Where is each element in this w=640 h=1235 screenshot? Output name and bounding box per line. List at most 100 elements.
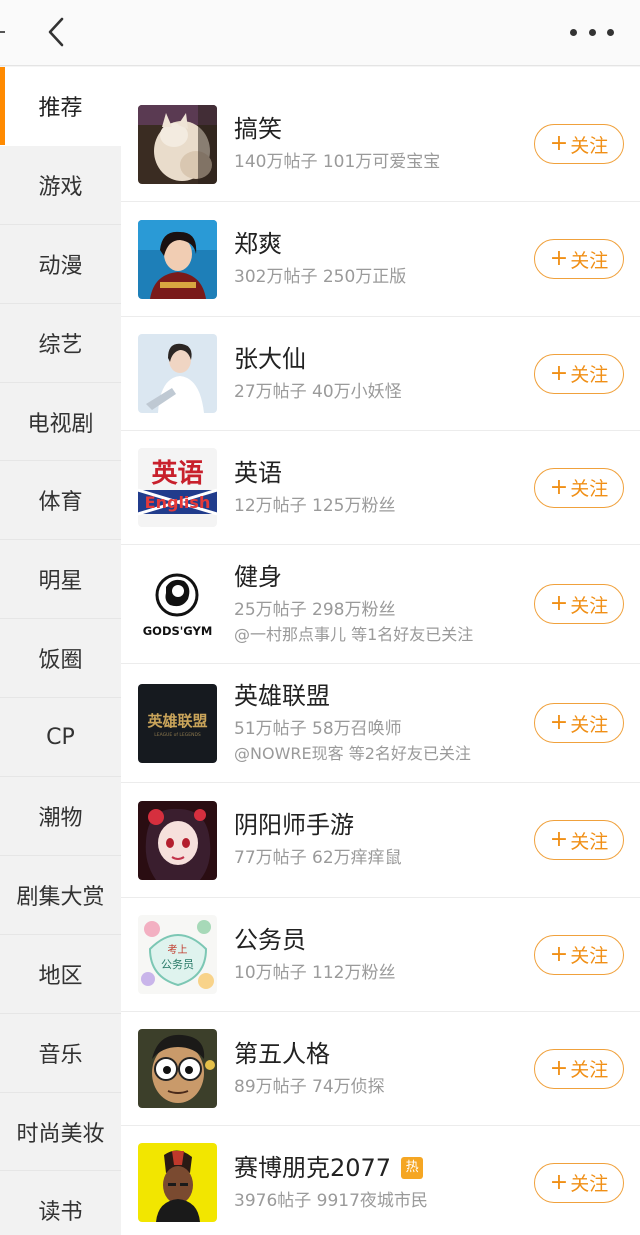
sidebar-item-1[interactable]: 推荐 — [0, 67, 121, 146]
group-name-text: 英雄联盟 — [234, 682, 330, 710]
follow-label: 关注 — [570, 249, 609, 272]
cyberpunk-character-art-image — [138, 1143, 217, 1222]
group-name-text: 郑爽 — [234, 230, 282, 258]
follow-button[interactable]: + 关注 — [534, 820, 624, 860]
lol-logo-image: 英雄联盟 LEAGUE of LEGENDS — [138, 683, 217, 763]
category-sidebar: 推荐 游戏 动漫 综艺 电视剧 体育 明星 饭圈 CP 潮物 剧集大赏 地区 音… — [0, 67, 121, 1235]
group-row-4[interactable]: 英语 English 英语 12万帖子 125万粉丝 + 关注 — [121, 430, 640, 544]
plus-icon: + — [549, 246, 569, 271]
more-dot-icon — [588, 28, 596, 36]
follow-button[interactable]: + 关注 — [534, 703, 624, 743]
back-button[interactable] — [40, 14, 76, 50]
group-row-9[interactable]: 第五人格 89万帖子 74万侦探 + 关注 — [121, 1011, 640, 1125]
follow-button[interactable]: + 关注 — [534, 353, 624, 394]
group-name-text: 健身 — [234, 563, 282, 591]
sidebar-item-8[interactable]: 饭圈 — [0, 619, 121, 699]
follow-label: 关注 — [570, 830, 609, 853]
cat-photo[interactable] — [138, 104, 217, 184]
svg-text:英语: 英语 — [151, 459, 203, 489]
svg-text:英雄联盟: 英雄联盟 — [147, 712, 207, 730]
exam-badge[interactable]: 考上 公务员 — [138, 915, 217, 994]
group-list: 搞笑 140万帖子 101万可爱宝宝 + 关注 郑爽 302万帖子 250万正版… — [121, 67, 640, 1235]
plus-icon: + — [549, 131, 569, 156]
lol-logo[interactable]: 英雄联盟 LEAGUE of LEGENDS — [138, 683, 217, 763]
cartoon-character-art[interactable] — [138, 1029, 217, 1108]
follow-button[interactable]: + 关注 — [534, 124, 624, 164]
group-row-2[interactable]: 郑爽 302万帖子 250万正版 + 关注 — [121, 201, 640, 316]
svg-text:公务员: 公务员 — [161, 958, 194, 971]
sidebar-item-label: 综艺 — [38, 332, 83, 358]
sidebar-item-3[interactable]: 动漫 — [0, 225, 121, 304]
sidebar-item-label: 时尚美妆 — [16, 1121, 105, 1147]
plus-icon: + — [549, 1169, 569, 1195]
follow-label: 关注 — [570, 478, 609, 500]
sidebar-item-4[interactable]: 综艺 — [0, 304, 121, 383]
portrait-photo-image — [138, 219, 217, 299]
group-row-10[interactable]: 赛博朋克2077 热 3976帖子 9917夜城市民 + 关注 — [121, 1125, 640, 1235]
list-top-spacer — [121, 67, 640, 87]
english-logo[interactable]: 英语 English — [138, 448, 217, 527]
sidebar-item-15[interactable]: 读书 — [0, 1171, 121, 1235]
sidebar-item-label: 潮物 — [38, 805, 83, 831]
follow-button[interactable]: + 关注 — [534, 467, 624, 508]
group-row-7[interactable]: 阴阳师手游 77万帖子 62万痒痒鼠 + 关注 — [121, 782, 640, 897]
follow-label: 关注 — [570, 594, 609, 617]
follow-label: 关注 — [570, 364, 609, 386]
sidebar-item-10[interactable]: 潮物 — [0, 777, 121, 856]
gym-logo[interactable]: GODS'GYM — [138, 564, 217, 644]
sidebar-item-label: 体育 — [38, 490, 83, 516]
follow-button[interactable]: + 关注 — [534, 239, 624, 279]
plus-icon: + — [549, 1055, 569, 1081]
sidebar-item-13[interactable]: 音乐 — [0, 1014, 121, 1093]
follow-label: 关注 — [570, 713, 609, 736]
sidebar-item-2[interactable]: 游戏 — [0, 146, 121, 225]
anime-girl-art[interactable] — [138, 800, 217, 880]
sidebar-item-12[interactable]: 地区 — [0, 935, 121, 1014]
portrait-photo[interactable] — [138, 334, 217, 413]
sidebar-item-7[interactable]: 明星 — [0, 540, 121, 620]
more-button[interactable] — [570, 20, 614, 44]
sidebar-item-9[interactable]: CP — [0, 698, 121, 778]
sidebar-item-11[interactable]: 剧集大赏 — [0, 856, 121, 935]
sidebar-item-14[interactable]: 时尚美妆 — [0, 1093, 121, 1172]
cyberpunk-character-art[interactable] — [138, 1143, 217, 1222]
group-row-8[interactable]: 考上 公务员 公务员 10万帖子 112万粉丝 + 关注 — [121, 897, 640, 1011]
follow-label: 关注 — [570, 134, 609, 157]
group-name-text: 英语 — [234, 458, 282, 487]
group-row-6[interactable]: 英雄联盟 LEAGUE of LEGENDS 英雄联盟 51万帖子 58万召唤师 … — [121, 663, 640, 782]
follow-button[interactable]: + 关注 — [534, 934, 624, 975]
sidebar-item-5[interactable]: 电视剧 — [0, 383, 121, 462]
sidebar-item-label: 读书 — [38, 1200, 83, 1226]
sidebar-item-label: 饭圈 — [38, 648, 83, 674]
plus-icon: + — [549, 591, 569, 616]
anime-girl-art-image — [138, 800, 217, 880]
more-dot-icon — [607, 28, 614, 36]
cat-photo-image — [138, 104, 217, 184]
plus-icon: + — [549, 474, 569, 500]
sidebar-item-6[interactable]: 体育 — [0, 461, 121, 541]
sidebar-item-label: 明星 — [38, 569, 83, 595]
follow-label: 关注 — [570, 1173, 609, 1195]
sidebar-item-label: 地区 — [38, 963, 83, 989]
group-name-text: 阴阳师手游 — [234, 811, 354, 839]
group-name-text: 搞笑 — [234, 115, 282, 143]
chevron-left-icon — [48, 17, 64, 47]
group-row-3[interactable]: 张大仙 27万帖子 40万小妖怪 + 关注 — [121, 316, 640, 430]
follow-label: 关注 — [570, 1059, 609, 1081]
svg-text:English: English — [145, 493, 211, 512]
plus-icon: + — [549, 827, 569, 852]
group-row-1[interactable]: 搞笑 140万帖子 101万可爱宝宝 + 关注 — [121, 87, 640, 201]
cartoon-character-art-image — [138, 1029, 217, 1108]
sidebar-item-label: 音乐 — [38, 1042, 83, 1068]
portrait-photo[interactable] — [138, 219, 217, 299]
group-row-5[interactable]: GODS'GYM 健身 25万帖子 298万粉丝 @一村那点事儿 等1名好友已关… — [121, 544, 640, 663]
svg-text:LEAGUE of LEGENDS: LEAGUE of LEGENDS — [154, 732, 201, 738]
more-dot-icon — [570, 28, 577, 36]
group-name-text: 公务员 — [234, 925, 306, 954]
group-name-text: 第五人格 — [234, 1039, 330, 1068]
follow-button[interactable]: + 关注 — [534, 1162, 624, 1203]
follow-button[interactable]: + 关注 — [534, 584, 624, 624]
sidebar-item-label: 游戏 — [38, 174, 83, 200]
follow-button[interactable]: + 关注 — [534, 1048, 624, 1089]
friends-followed: @一村那点事儿 等1名好友已关注 — [234, 625, 474, 644]
